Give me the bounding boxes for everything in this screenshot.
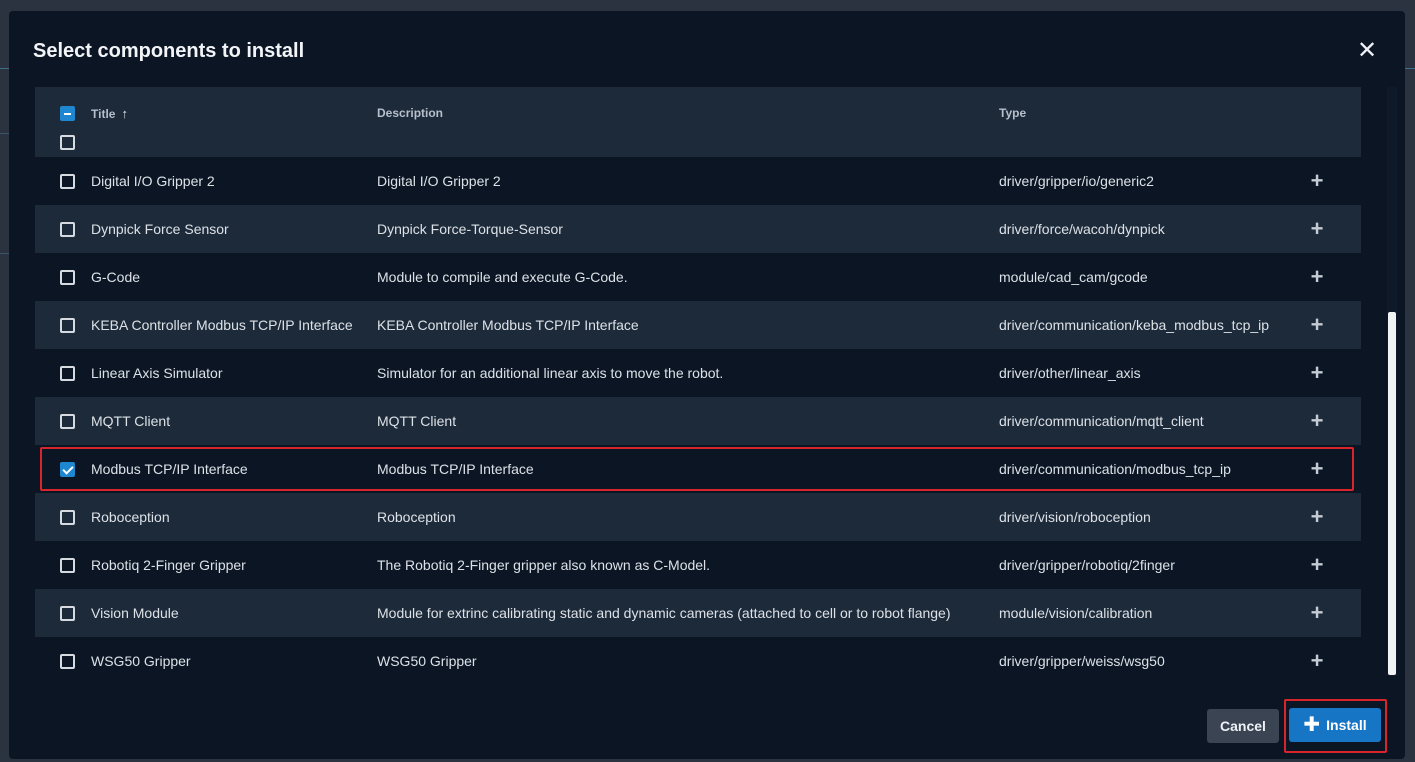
column-header-title[interactable]: Title ↑: [91, 106, 128, 121]
table-row[interactable]: Modbus TCP/IP Interface Modbus TCP/IP Int…: [35, 445, 1361, 493]
arrow-up-icon: ↑: [121, 106, 128, 121]
row-description: Roboception: [377, 509, 456, 525]
table-row[interactable]: WSG50 Gripper WSG50 Gripper driver/gripper…: [35, 637, 1361, 685]
table-row[interactable]: G-Code Module to compile and execute G-Co…: [35, 253, 1361, 301]
row-checkbox[interactable]: [60, 270, 75, 285]
add-icon[interactable]: +: [1309, 649, 1325, 673]
close-icon[interactable]: ✕: [1355, 39, 1379, 63]
components-table: Title ↑ Description Type Digital I/O Grip…: [35, 87, 1361, 699]
table-row[interactable]: Robotiq 2-Finger Gripper The Robotiq 2-Fi…: [35, 541, 1361, 589]
row-title: Dynpick Force Sensor: [91, 221, 229, 237]
row-type: driver/gripper/io/generic2: [999, 173, 1154, 189]
table-row[interactable]: Digital I/O Gripper 2 Digital I/O Gripper…: [35, 157, 1361, 205]
column-header-type[interactable]: Type: [999, 106, 1026, 120]
row-type: driver/communication/modbus_tcp_ip: [999, 461, 1231, 477]
add-icon[interactable]: +: [1309, 409, 1325, 433]
add-icon[interactable]: +: [1309, 265, 1325, 289]
row-title: Robotiq 2-Finger Gripper: [91, 557, 246, 573]
table-row[interactable]: [35, 133, 1361, 156]
row-checkbox[interactable]: [60, 222, 75, 237]
scrollbar-thumb[interactable]: [1388, 312, 1396, 675]
table-row[interactable]: Linear Axis Simulator Simulator for an ad…: [35, 349, 1361, 397]
row-checkbox[interactable]: [60, 558, 75, 573]
add-icon[interactable]: +: [1309, 169, 1325, 193]
add-icon[interactable]: +: [1309, 601, 1325, 625]
row-description: MQTT Client: [377, 413, 457, 429]
row-title: Vision Module: [91, 605, 179, 621]
install-dialog: Select components to install ✕ Title ↑ De…: [9, 11, 1405, 759]
add-icon[interactable]: +: [1309, 313, 1325, 337]
row-checkbox[interactable]: [60, 318, 75, 333]
row-checkbox[interactable]: [60, 135, 75, 150]
row-checkbox[interactable]: [60, 366, 75, 381]
select-all-checkbox[interactable]: [60, 106, 75, 121]
row-checkbox[interactable]: [60, 606, 75, 621]
row-title: Roboception: [91, 509, 170, 525]
row-checkbox[interactable]: [60, 462, 75, 477]
row-type: driver/communication/keba_modbus_tcp_ip: [999, 317, 1270, 333]
row-description: Dynpick Force-Torque-Sensor: [377, 221, 563, 237]
row-checkbox[interactable]: [60, 174, 75, 189]
row-title: Digital I/O Gripper 2: [91, 173, 215, 189]
add-icon[interactable]: +: [1309, 553, 1325, 577]
row-type: driver/communication/mqtt_client: [999, 413, 1204, 429]
cancel-button[interactable]: Cancel: [1207, 709, 1279, 743]
row-description: The Robotiq 2-Finger gripper also known …: [377, 557, 711, 573]
row-type: driver/gripper/weiss/wsg50: [999, 653, 1165, 669]
row-title: KEBA Controller Modbus TCP/IP Interface: [91, 317, 353, 333]
row-title: G-Code: [91, 269, 141, 285]
row-type: module/cad_cam/gcode: [999, 269, 1148, 285]
row-type: driver/other/linear_axis: [999, 365, 1141, 381]
add-icon[interactable]: +: [1309, 457, 1325, 481]
backdrop-line: [1405, 68, 1415, 69]
row-type: driver/gripper/robotiq/2finger: [999, 557, 1175, 573]
dialog-title: Select components to install: [33, 40, 305, 62]
backdrop-line: [0, 133, 9, 134]
table-row[interactable]: Vision Module Module for extrinc calibrat…: [35, 589, 1361, 637]
row-type: driver/vision/roboception: [999, 509, 1151, 525]
row-checkbox[interactable]: [60, 654, 75, 669]
plus-icon: ✚: [1303, 714, 1321, 736]
table-row[interactable]: MQTT Client MQTT Client driver/communicati…: [35, 397, 1361, 445]
column-header-description[interactable]: Description: [377, 106, 443, 120]
table-row[interactable]: Dynpick Force Sensor Dynpick Force-Torque…: [35, 205, 1361, 253]
add-icon[interactable]: +: [1309, 505, 1325, 529]
table-row[interactable]: Roboception Roboception driver/vision/robo…: [35, 493, 1361, 541]
backdrop-line: [0, 253, 9, 254]
row-type: driver/force/wacoh/dynpick: [999, 221, 1165, 237]
add-icon[interactable]: +: [1309, 361, 1325, 385]
row-title: Linear Axis Simulator: [91, 365, 223, 381]
backdrop-line: [0, 68, 9, 69]
row-description: Simulator for an additional linear axis …: [377, 365, 724, 381]
row-description: Module to compile and execute G-Code.: [377, 269, 628, 285]
row-title: WSG50 Gripper: [91, 653, 191, 669]
row-checkbox[interactable]: [60, 414, 75, 429]
table-row[interactable]: KEBA Controller Modbus TCP/IP Interface K…: [35, 301, 1361, 349]
row-description: WSG50 Gripper: [377, 653, 477, 669]
row-description: Modbus TCP/IP Interface: [377, 461, 534, 477]
row-checkbox[interactable]: [60, 510, 75, 525]
row-description: KEBA Controller Modbus TCP/IP Interface: [377, 317, 639, 333]
add-icon[interactable]: +: [1309, 217, 1325, 241]
row-type: module/vision/calibration: [999, 605, 1153, 621]
install-button[interactable]: ✚ Install: [1289, 708, 1381, 742]
row-title: Modbus TCP/IP Interface: [91, 461, 248, 477]
row-title: MQTT Client: [91, 413, 171, 429]
row-description: Module for extrinc calibrating static an…: [377, 605, 951, 621]
row-description: Digital I/O Gripper 2: [377, 173, 501, 189]
